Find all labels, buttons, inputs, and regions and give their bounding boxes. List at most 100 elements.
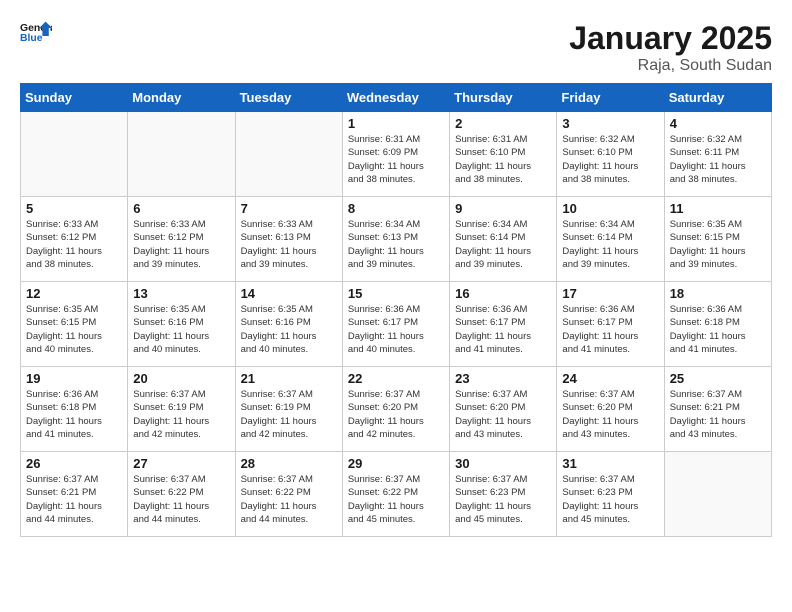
day-info: Sunrise: 6:36 AM Sunset: 6:17 PM Dayligh… [562, 303, 658, 356]
calendar-cell: 17 Sunrise: 6:36 AM Sunset: 6:17 PM Dayli… [557, 282, 664, 367]
day-number: 29 [348, 456, 444, 471]
day-info: Sunrise: 6:34 AM Sunset: 6:13 PM Dayligh… [348, 218, 444, 271]
calendar-cell: 16Sunrise: 6:36 AM Sunset: 6:17 PM Dayli… [450, 282, 557, 367]
calendar-cell: 9 Sunrise: 6:34 AM Sunset: 6:14 PM Daylig… [450, 197, 557, 282]
calendar-cell: 31 Sunrise: 6:37 AM Sunset: 6:23 PM Dayli… [557, 452, 664, 537]
day-info: Sunrise: 6:34 AM Sunset: 6:14 PM Dayligh… [455, 218, 551, 271]
header-row: Sunday Monday Tuesday Wednesday Thursday… [21, 84, 772, 112]
col-thursday: Thursday [450, 84, 557, 112]
day-number: 24 [562, 371, 658, 386]
col-saturday: Saturday [664, 84, 771, 112]
calendar-cell [235, 112, 342, 197]
week-row-3: 12 Sunrise: 6:35 AM Sunset: 6:15 PM Dayli… [21, 282, 772, 367]
day-info: Sunrise: 6:33 AM Sunset: 6:13 PM Dayligh… [241, 218, 337, 271]
calendar-table: Sunday Monday Tuesday Wednesday Thursday… [20, 83, 772, 537]
day-number: 18 [670, 286, 766, 301]
header: General Blue January 2025 Raja, South Su… [20, 20, 772, 75]
day-info: Sunrise: 6:35 AM Sunset: 6:15 PM Dayligh… [670, 218, 766, 271]
col-monday: Monday [128, 84, 235, 112]
day-number: 31 [562, 456, 658, 471]
day-number: 9 [455, 201, 551, 216]
col-tuesday: Tuesday [235, 84, 342, 112]
day-info: Sunrise: 6:35 AM Sunset: 6:15 PM Dayligh… [26, 303, 122, 356]
day-info: Sunrise: 6:37 AM Sunset: 6:21 PM Dayligh… [26, 473, 122, 526]
day-info: Sunrise: 6:35 AM Sunset: 6:16 PM Dayligh… [133, 303, 229, 356]
calendar-cell: 12 Sunrise: 6:35 AM Sunset: 6:15 PM Dayli… [21, 282, 128, 367]
day-info: Sunrise: 6:36 AM Sunset: 6:17 PM Dayligh… [455, 303, 551, 356]
day-info: Sunrise: 6:36 AM Sunset: 6:17 PM Dayligh… [348, 303, 444, 356]
week-row-4: 19 Sunrise: 6:36 AM Sunset: 6:18 PM Dayli… [21, 367, 772, 452]
day-number: 7 [241, 201, 337, 216]
day-info: Sunrise: 6:36 AM Sunset: 6:18 PM Dayligh… [670, 303, 766, 356]
day-number: 6 [133, 201, 229, 216]
day-info: Sunrise: 6:37 AM Sunset: 6:21 PM Dayligh… [670, 388, 766, 441]
calendar-cell: 29 Sunrise: 6:37 AM Sunset: 6:22 PM Dayli… [342, 452, 449, 537]
day-info: Sunrise: 6:33 AM Sunset: 6:12 PM Dayligh… [26, 218, 122, 271]
calendar-cell: 2Sunrise: 6:31 AM Sunset: 6:10 PM Daylig… [450, 112, 557, 197]
calendar-cell [664, 452, 771, 537]
calendar-cell: 6 Sunrise: 6:33 AM Sunset: 6:12 PM Daylig… [128, 197, 235, 282]
day-info: Sunrise: 6:33 AM Sunset: 6:12 PM Dayligh… [133, 218, 229, 271]
calendar-cell: 8Sunrise: 6:34 AM Sunset: 6:13 PM Daylig… [342, 197, 449, 282]
calendar-cell [128, 112, 235, 197]
day-info: Sunrise: 6:32 AM Sunset: 6:11 PM Dayligh… [670, 133, 766, 186]
day-number: 22 [348, 371, 444, 386]
day-number: 1 [348, 116, 444, 131]
day-number: 15 [348, 286, 444, 301]
calendar-cell: 13 Sunrise: 6:35 AM Sunset: 6:16 PM Dayli… [128, 282, 235, 367]
calendar-cell: 24Sunrise: 6:37 AM Sunset: 6:20 PM Dayli… [557, 367, 664, 452]
day-info: Sunrise: 6:37 AM Sunset: 6:19 PM Dayligh… [241, 388, 337, 441]
calendar-cell: 4Sunrise: 6:32 AM Sunset: 6:11 PM Daylig… [664, 112, 771, 197]
calendar-cell: 10 Sunrise: 6:34 AM Sunset: 6:14 PM Dayli… [557, 197, 664, 282]
day-info: Sunrise: 6:37 AM Sunset: 6:22 PM Dayligh… [241, 473, 337, 526]
day-info: Sunrise: 6:31 AM Sunset: 6:09 PM Dayligh… [348, 133, 444, 186]
calendar-cell: 3Sunrise: 6:32 AM Sunset: 6:10 PM Daylig… [557, 112, 664, 197]
day-number: 28 [241, 456, 337, 471]
calendar-cell: 7 Sunrise: 6:33 AM Sunset: 6:13 PM Daylig… [235, 197, 342, 282]
col-sunday: Sunday [21, 84, 128, 112]
calendar-cell: 30Sunrise: 6:37 AM Sunset: 6:23 PM Dayli… [450, 452, 557, 537]
day-info: Sunrise: 6:37 AM Sunset: 6:20 PM Dayligh… [455, 388, 551, 441]
day-number: 5 [26, 201, 122, 216]
day-info: Sunrise: 6:35 AM Sunset: 6:16 PM Dayligh… [241, 303, 337, 356]
svg-text:Blue: Blue [20, 33, 43, 44]
day-number: 17 [562, 286, 658, 301]
calendar-cell: 28 Sunrise: 6:37 AM Sunset: 6:22 PM Dayli… [235, 452, 342, 537]
day-number: 3 [562, 116, 658, 131]
day-info: Sunrise: 6:37 AM Sunset: 6:23 PM Dayligh… [562, 473, 658, 526]
calendar-cell: 27 Sunrise: 6:37 AM Sunset: 6:22 PM Dayli… [128, 452, 235, 537]
day-number: 10 [562, 201, 658, 216]
day-number: 25 [670, 371, 766, 386]
day-number: 21 [241, 371, 337, 386]
calendar-cell: 5 Sunrise: 6:33 AM Sunset: 6:12 PM Daylig… [21, 197, 128, 282]
day-info: Sunrise: 6:34 AM Sunset: 6:14 PM Dayligh… [562, 218, 658, 271]
day-number: 12 [26, 286, 122, 301]
day-number: 20 [133, 371, 229, 386]
day-info: Sunrise: 6:37 AM Sunset: 6:20 PM Dayligh… [348, 388, 444, 441]
calendar-subtitle: Raja, South Sudan [569, 57, 772, 75]
day-info: Sunrise: 6:36 AM Sunset: 6:18 PM Dayligh… [26, 388, 122, 441]
logo: General Blue [20, 20, 52, 44]
col-wednesday: Wednesday [342, 84, 449, 112]
calendar-cell: 20 Sunrise: 6:37 AM Sunset: 6:19 PM Dayli… [128, 367, 235, 452]
day-info: Sunrise: 6:37 AM Sunset: 6:22 PM Dayligh… [133, 473, 229, 526]
day-number: 14 [241, 286, 337, 301]
day-info: Sunrise: 6:31 AM Sunset: 6:10 PM Dayligh… [455, 133, 551, 186]
day-info: Sunrise: 6:37 AM Sunset: 6:22 PM Dayligh… [348, 473, 444, 526]
day-info: Sunrise: 6:37 AM Sunset: 6:19 PM Dayligh… [133, 388, 229, 441]
calendar-cell: 22 Sunrise: 6:37 AM Sunset: 6:20 PM Dayli… [342, 367, 449, 452]
day-info: Sunrise: 6:37 AM Sunset: 6:23 PM Dayligh… [455, 473, 551, 526]
week-row-5: 26Sunrise: 6:37 AM Sunset: 6:21 PM Dayli… [21, 452, 772, 537]
logo-icon: General Blue [20, 20, 52, 44]
calendar-cell: 21 Sunrise: 6:37 AM Sunset: 6:19 PM Dayli… [235, 367, 342, 452]
day-number: 23 [455, 371, 551, 386]
day-number: 13 [133, 286, 229, 301]
day-number: 19 [26, 371, 122, 386]
calendar-cell: 26Sunrise: 6:37 AM Sunset: 6:21 PM Dayli… [21, 452, 128, 537]
calendar-title: January 2025 [569, 20, 772, 57]
day-number: 27 [133, 456, 229, 471]
calendar-cell: 25 Sunrise: 6:37 AM Sunset: 6:21 PM Dayli… [664, 367, 771, 452]
calendar-cell: 23 Sunrise: 6:37 AM Sunset: 6:20 PM Dayli… [450, 367, 557, 452]
col-friday: Friday [557, 84, 664, 112]
calendar-cell: 14 Sunrise: 6:35 AM Sunset: 6:16 PM Dayli… [235, 282, 342, 367]
